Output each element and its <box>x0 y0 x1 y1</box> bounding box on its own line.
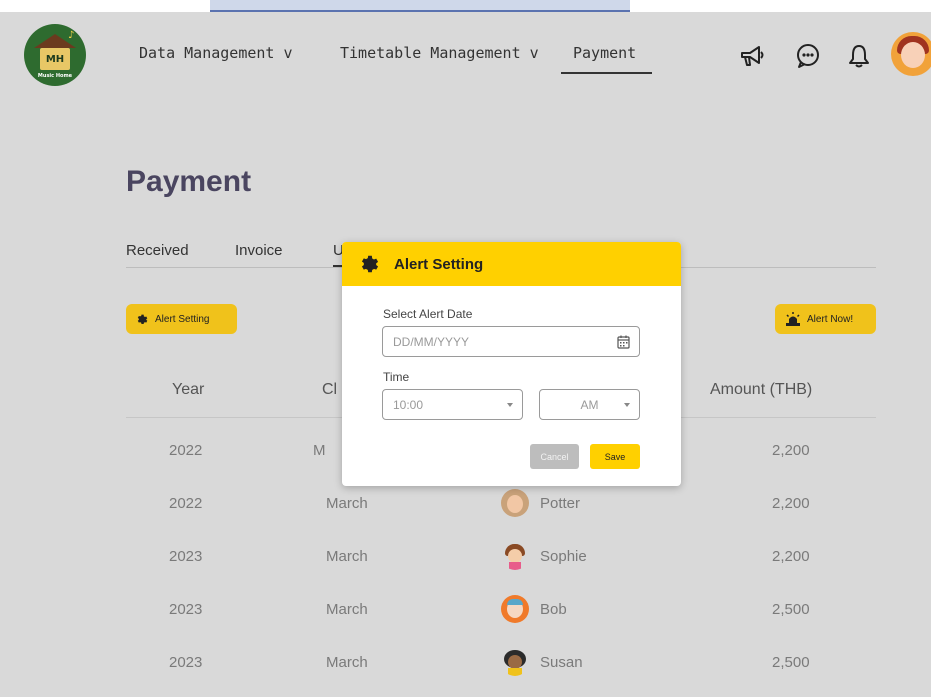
cell-class: March <box>326 654 368 671</box>
ampm-select[interactable]: AM <box>539 389 640 420</box>
cell-student: Sophie <box>540 548 587 565</box>
cell-amount: 2,200 <box>772 495 810 512</box>
chat-icon[interactable] <box>794 42 822 70</box>
logo-initials: MH <box>40 48 70 70</box>
table-row[interactable]: 2023 March Sophie 2,200 <box>126 531 876 584</box>
cell-student: Potter <box>540 495 581 512</box>
calendar-icon[interactable] <box>617 335 630 349</box>
siren-icon <box>786 312 800 326</box>
column-year: Year <box>172 381 205 398</box>
top-banner-fragment <box>210 0 630 12</box>
user-avatar[interactable] <box>891 32 931 76</box>
time-label: Time <box>383 370 410 384</box>
alert-date-input[interactable] <box>393 334 593 349</box>
alert-date-label: Select Alert Date <box>383 307 473 321</box>
cell-student: Susan <box>540 654 583 671</box>
student-avatar <box>501 648 529 676</box>
megaphone-icon[interactable] <box>738 42 766 70</box>
page-title: Payment <box>126 165 252 198</box>
gear-icon <box>361 255 379 273</box>
column-class: Cl <box>322 381 338 398</box>
cell-class: M <box>313 442 326 459</box>
alert-setting-button[interactable]: Alert Setting <box>126 304 237 334</box>
column-amount: Amount (THB) <box>710 381 813 398</box>
alert-now-button[interactable]: Alert Now! <box>775 304 876 334</box>
nav-data-management[interactable]: Data Management v <box>139 44 293 62</box>
gear-icon <box>137 314 148 324</box>
top-strip <box>0 0 931 12</box>
app-header: MH Music Home ♪ Data Management v Timeta… <box>0 12 931 97</box>
table-row[interactable]: 2023 March Bob 2,500 <box>126 584 876 637</box>
student-avatar <box>501 489 529 517</box>
cell-year: 2022 <box>169 442 203 459</box>
bell-icon[interactable] <box>845 42 873 70</box>
cell-class: March <box>326 548 368 565</box>
cell-amount: 2,500 <box>772 601 810 618</box>
music-note-icon: ♪ <box>68 30 75 41</box>
cell-class: March <box>326 601 368 618</box>
nav-payment[interactable]: Payment <box>561 44 653 74</box>
cell-amount: 2,200 <box>772 442 810 459</box>
avatar-face <box>901 42 925 68</box>
student-avatar <box>501 542 529 570</box>
cell-amount: 2,500 <box>772 654 810 671</box>
alert-date-field[interactable] <box>382 326 640 357</box>
alert-setting-label: Alert Setting <box>155 313 210 325</box>
time-select[interactable]: 10:00 <box>382 389 523 420</box>
cancel-button[interactable]: Cancel <box>530 444 579 469</box>
logo-subtitle: Music Home <box>37 73 73 79</box>
cell-class: March <box>326 495 368 512</box>
tab-invoice[interactable]: Invoice <box>235 242 283 259</box>
alert-now-label: Alert Now! <box>807 313 854 325</box>
tab-received[interactable]: Received <box>126 242 189 259</box>
student-avatar <box>501 595 529 623</box>
cell-amount: 2,200 <box>772 548 810 565</box>
dialog-header: Alert Setting <box>342 242 681 286</box>
cell-year: 2023 <box>169 654 203 671</box>
nav-timetable-management[interactable]: Timetable Management v <box>340 44 539 62</box>
cell-student: Bob <box>540 601 567 618</box>
chevron-down-icon <box>624 403 630 407</box>
save-button[interactable]: Save <box>590 444 640 469</box>
alert-setting-dialog: Alert Setting Select Alert Date Time 10:… <box>342 242 681 486</box>
cell-year: 2023 <box>169 601 203 618</box>
ampm-value: AM <box>580 397 599 412</box>
chevron-down-icon <box>507 403 513 407</box>
cell-year: 2022 <box>169 495 203 512</box>
dialog-title: Alert Setting <box>394 256 484 273</box>
time-value: 10:00 <box>393 397 424 412</box>
cell-year: 2023 <box>169 548 203 565</box>
app-logo[interactable]: MH Music Home ♪ <box>24 24 86 86</box>
table-row[interactable]: 2023 March Susan 2,500 <box>126 637 876 690</box>
